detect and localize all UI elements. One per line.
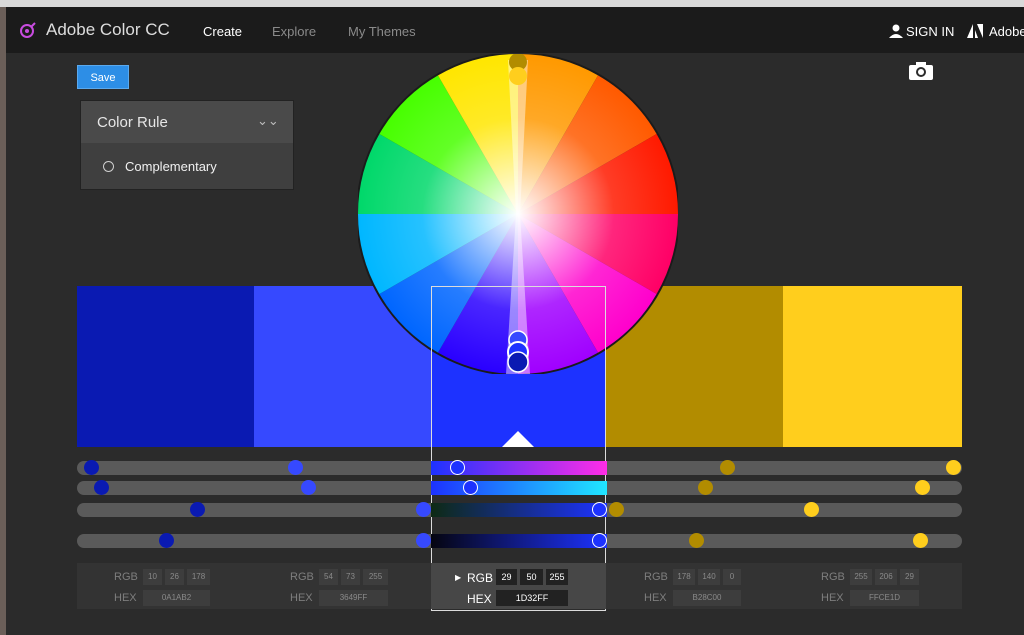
r-field[interactable]: 10 <box>143 569 162 585</box>
slider-knob[interactable] <box>84 460 99 475</box>
g-field[interactable]: 50 <box>520 569 543 585</box>
rgb-label: RGB <box>114 571 138 583</box>
slider-knob[interactable] <box>609 502 624 517</box>
rgb-label: RGB <box>290 571 314 583</box>
slider-gradient-4 <box>431 534 607 548</box>
color-rule-header[interactable]: Color Rule ⌄⌄ <box>81 101 293 143</box>
b-field[interactable]: 178 <box>187 569 210 585</box>
hex-label: HEX <box>114 592 137 604</box>
color-rule-option-label: Complementary <box>125 159 217 174</box>
hex-field[interactable]: 3649FF <box>319 590 388 606</box>
browser-tab-strip <box>0 0 1024 7</box>
g-field[interactable]: 26 <box>165 569 184 585</box>
g-field[interactable]: 206 <box>875 569 897 585</box>
slider-knob-active[interactable] <box>592 502 607 517</box>
hex-field[interactable]: B28C00 <box>673 590 741 606</box>
slider-knob-active[interactable] <box>450 460 465 475</box>
swatch-1[interactable] <box>77 286 254 447</box>
slider-knob[interactable] <box>915 480 930 495</box>
adobe-logo-icon[interactable] <box>967 24 983 38</box>
radio-icon[interactable] <box>103 161 114 172</box>
slider-knob[interactable] <box>698 480 713 495</box>
r-field[interactable]: 29 <box>496 569 517 585</box>
hex-label: HEX <box>467 592 492 606</box>
color-rule-panel: Color Rule ⌄⌄ Complementary <box>81 101 293 189</box>
top-navigation: Adobe Color CC Create Explore My Themes … <box>6 7 1024 53</box>
r-field[interactable]: 178 <box>673 569 695 585</box>
slider-knob[interactable] <box>720 460 735 475</box>
swatch-5[interactable] <box>783 286 962 447</box>
slider-knob[interactable] <box>804 502 819 517</box>
b-field[interactable]: 255 <box>546 569 568 585</box>
chevron-down-icon[interactable]: ⌄⌄ <box>257 113 279 129</box>
slider-knob[interactable] <box>946 460 961 475</box>
hex-field[interactable]: FFCE1D <box>850 590 919 606</box>
g-field[interactable]: 73 <box>341 569 360 585</box>
rgb-label: RGB <box>467 571 494 585</box>
adobe-color-logo-icon[interactable] <box>18 20 38 40</box>
g-field[interactable]: 140 <box>698 569 720 585</box>
slider-knob[interactable] <box>689 533 704 548</box>
rgb-label: RGB <box>644 571 668 583</box>
hex-label: HEX <box>644 592 667 604</box>
adobe-color-app: Adobe Color CC Create Explore My Themes … <box>6 7 1024 635</box>
slider-knob[interactable] <box>94 480 109 495</box>
color-rule-title: Color Rule <box>97 114 168 131</box>
nav-explore[interactable]: Explore <box>272 24 316 39</box>
hex-field[interactable]: 0A1AB2 <box>143 590 210 606</box>
rgb-label: RGB <box>821 571 845 583</box>
sign-in-link[interactable]: SIGN IN <box>906 24 954 39</box>
expand-triangle-icon[interactable]: ▶ <box>455 573 461 582</box>
slider-knob[interactable] <box>190 502 205 517</box>
slider-knob[interactable] <box>301 480 316 495</box>
nav-create[interactable]: Create <box>203 24 242 39</box>
slider-knob[interactable] <box>416 533 431 548</box>
b-field[interactable]: 0 <box>723 569 741 585</box>
slider-knob[interactable] <box>913 533 928 548</box>
slider-gradient-2 <box>431 481 607 495</box>
save-button[interactable]: Save <box>77 65 129 89</box>
slider-knob[interactable] <box>159 533 174 548</box>
hex-field[interactable]: 1D32FF <box>496 590 568 606</box>
brand-title[interactable]: Adobe Color CC <box>46 20 170 40</box>
color-rule-option[interactable]: Complementary <box>103 159 217 174</box>
slider-knob-active[interactable] <box>463 480 478 495</box>
nav-my-themes[interactable]: My Themes <box>348 24 416 39</box>
slider-knob-active[interactable] <box>592 533 607 548</box>
r-field[interactable]: 54 <box>319 569 338 585</box>
slider-knob[interactable] <box>416 502 431 517</box>
hex-label: HEX <box>290 592 313 604</box>
r-field[interactable]: 255 <box>850 569 872 585</box>
b-field[interactable]: 255 <box>363 569 388 585</box>
b-field[interactable]: 29 <box>900 569 919 585</box>
hex-label: HEX <box>821 592 844 604</box>
user-icon[interactable] <box>889 24 903 38</box>
camera-icon[interactable] <box>909 62 933 80</box>
slider-gradient-3 <box>431 503 607 517</box>
adobe-link[interactable]: Adobe <box>989 24 1024 39</box>
slider-knob[interactable] <box>288 460 303 475</box>
